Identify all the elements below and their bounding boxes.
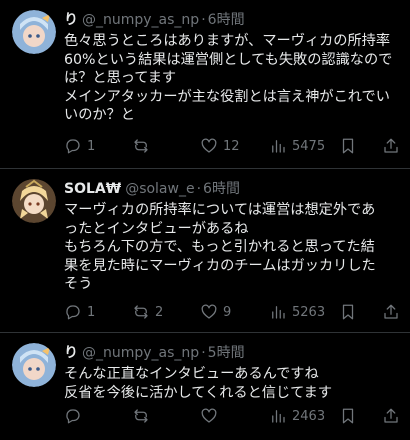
display-name[interactable]: SOLA₩ [64, 179, 121, 199]
tweet[interactable]: り @_numpy_as_np · 5時間 そんな正直なインタビューあるんですね… [0, 333, 410, 440]
tweet-line: 果を見た時にマーヴィカのチームはガッカリした [64, 257, 376, 274]
tweet-text: そんな正直なインタビューあるんですね 反省を今後に活かしてくれると信じてます [64, 365, 404, 402]
views-icon [272, 140, 285, 153]
tweet-header: SOLA₩ @solaw_e · 6時間 [64, 179, 404, 199]
tweet-text: 色々思うところはありますが、マーヴィカの所持率 60%という結果は運営側としても… [64, 32, 404, 125]
tweet-line: いのか？と [64, 107, 135, 123]
reply-button[interactable]: 1 [64, 302, 95, 322]
views-button[interactable]: 5475 [269, 136, 325, 156]
like-icon [201, 304, 217, 319]
tweet-line: もちろん下の方で、もっと引かれると思ってた結 [64, 239, 375, 255]
tweet[interactable]: SOLA₩ @solaw_e · 6時間 マーヴィカの所持率については運営は想定… [0, 169, 410, 332]
views-icon [272, 306, 285, 319]
views-count: 5475 [292, 138, 326, 154]
like-count: 9 [223, 304, 232, 320]
bookmark-icon [342, 304, 354, 320]
views-button[interactable]: 5263 [269, 302, 325, 322]
timestamp[interactable]: 6時間 [208, 10, 245, 30]
like-count: 12 [223, 138, 240, 154]
separator-dot: · [196, 181, 202, 197]
retweet-button[interactable] [132, 406, 155, 426]
reply-button[interactable] [64, 406, 87, 426]
retweet-button[interactable] [132, 136, 155, 156]
bookmark-button[interactable] [339, 302, 357, 322]
reply-count: 1 [87, 138, 96, 154]
views-count: 5263 [292, 304, 326, 320]
user-handle[interactable]: @_numpy_as_np [82, 343, 199, 363]
views-button[interactable]: 2463 [269, 406, 325, 426]
timestamp[interactable]: 5時間 [208, 343, 245, 363]
share-icon [384, 304, 398, 319]
tweet-line: 色々思うところはありますが、マーヴィカの所持率 [64, 33, 391, 49]
views-icon [272, 410, 285, 423]
like-button[interactable]: 9 [200, 302, 231, 322]
reply-icon [66, 409, 80, 424]
retweet-icon [134, 139, 148, 153]
views-count: 2463 [292, 408, 326, 424]
share-button[interactable] [382, 136, 400, 156]
tweet-actions: 1 2 9 5263 [64, 302, 404, 322]
tweet-line: メインアタッカーが主な役割とは言え神がこれでい [64, 88, 390, 105]
share-button[interactable] [382, 406, 400, 426]
retweet-icon [134, 305, 148, 319]
tweet-line: 60%という結果は運営側としても失敗の認識なので [64, 51, 393, 68]
reply-icon [66, 139, 80, 154]
tweet-line: ったとインタビューがあるね [64, 220, 249, 237]
bookmark-button[interactable] [339, 136, 357, 156]
tweet-header: り @_numpy_as_np · 5時間 [64, 343, 404, 363]
tweet-header: り @_numpy_as_np · 6時間 [64, 10, 404, 30]
tweet-line: そんな正直なインタビューあるんですね [64, 366, 319, 382]
share-icon [384, 138, 398, 153]
bookmark-icon [342, 138, 354, 154]
reply-button[interactable]: 1 [64, 136, 95, 156]
retweet-count: 2 [155, 304, 164, 320]
display-name[interactable]: り [64, 10, 78, 30]
timestamp[interactable]: 6時間 [203, 179, 240, 199]
reply-icon [66, 305, 80, 320]
bookmark-icon [342, 408, 354, 424]
bookmark-button[interactable] [339, 406, 357, 426]
separator-dot: · [201, 12, 206, 28]
avatar[interactable] [12, 10, 56, 54]
share-button[interactable] [382, 302, 400, 322]
tweet-line: は？と思ってます [64, 70, 177, 86]
tweet-line: そう [64, 276, 93, 292]
user-handle[interactable]: @solaw_e [125, 179, 194, 199]
tweet-line: マーヴィカの所持率については運営は想定外であ [64, 202, 376, 218]
like-icon [201, 138, 217, 153]
like-button[interactable] [200, 406, 223, 426]
tweet-actions: 2463 [64, 406, 404, 426]
tweet[interactable]: り @_numpy_as_np · 6時間 色々思うところはありますが、マーヴィ… [0, 0, 410, 168]
user-handle[interactable]: @_numpy_as_np [82, 10, 199, 30]
retweet-icon [134, 409, 148, 423]
like-icon [201, 408, 217, 423]
tweet-line: 反省を今後に活かしてくれると信じてます [64, 384, 333, 401]
share-icon [384, 408, 398, 423]
avatar[interactable] [12, 179, 56, 223]
tweet-text: マーヴィカの所持率については運営は想定外であ ったとインタビューがあるね もちろ… [64, 201, 404, 294]
display-name[interactable]: り [64, 343, 78, 363]
tweet-actions: 1 12 5475 [64, 136, 404, 156]
retweet-button[interactable]: 2 [132, 302, 163, 322]
avatar[interactable] [12, 343, 56, 387]
separator-dot: · [201, 345, 206, 361]
reply-count: 1 [87, 304, 96, 320]
like-button[interactable]: 12 [200, 136, 240, 156]
